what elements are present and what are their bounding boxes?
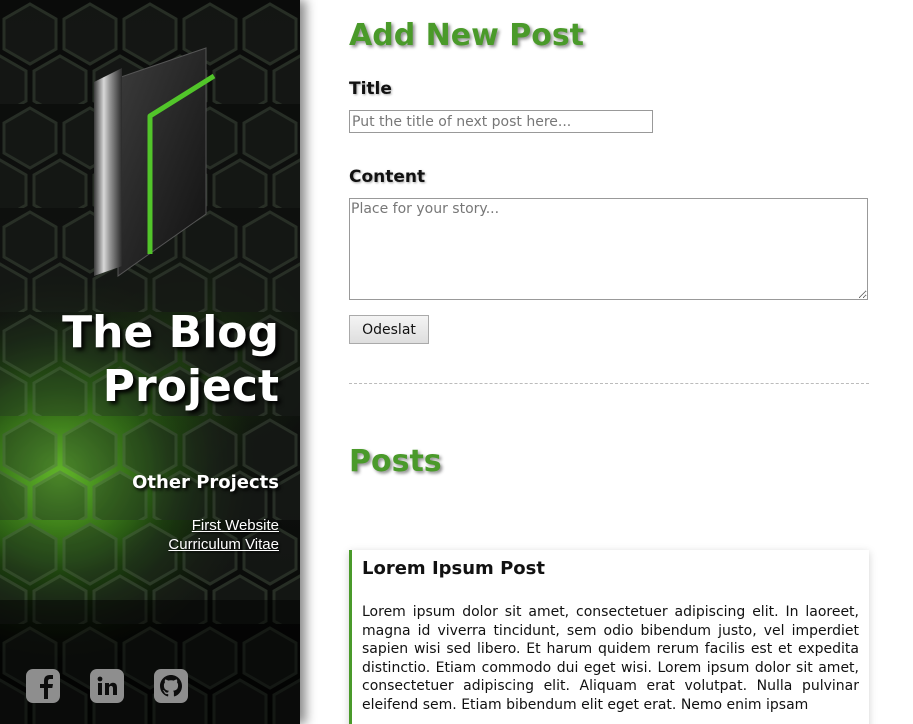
submit-button[interactable]: Odeslat (349, 315, 429, 344)
title-label: Title (349, 79, 392, 99)
other-projects-heading: Other Projects (132, 472, 279, 493)
post-title: Lorem Ipsum Post (362, 558, 545, 579)
facebook-icon[interactable] (26, 669, 60, 703)
linkedin-icon[interactable] (90, 669, 124, 703)
site-title-line1: The Blog (62, 307, 279, 358)
sidebar: The Blog Project Other Projects First We… (0, 0, 300, 724)
social-links (26, 669, 188, 703)
site-title-line2: Project (102, 361, 279, 412)
content-label: Content (349, 167, 426, 187)
post-body: Lorem ipsum dolor sit amet, consectetuer… (362, 604, 859, 713)
posts-heading: Posts (349, 444, 442, 479)
section-divider (349, 383, 869, 384)
title-input[interactable] (349, 110, 653, 133)
link-curriculum-vitae[interactable]: Curriculum Vitae (168, 535, 279, 554)
add-post-heading: Add New Post (349, 18, 585, 53)
link-first-website[interactable]: First Website (168, 516, 279, 535)
content-textarea[interactable] (349, 198, 868, 300)
projects-links: First Website Curriculum Vitae (168, 516, 279, 554)
blog-logo (94, 47, 216, 277)
post-card: Lorem Ipsum Post Lorem ipsum dolor sit a… (349, 550, 869, 724)
site-title: The Blog Project (9, 306, 279, 414)
github-icon[interactable] (154, 669, 188, 703)
